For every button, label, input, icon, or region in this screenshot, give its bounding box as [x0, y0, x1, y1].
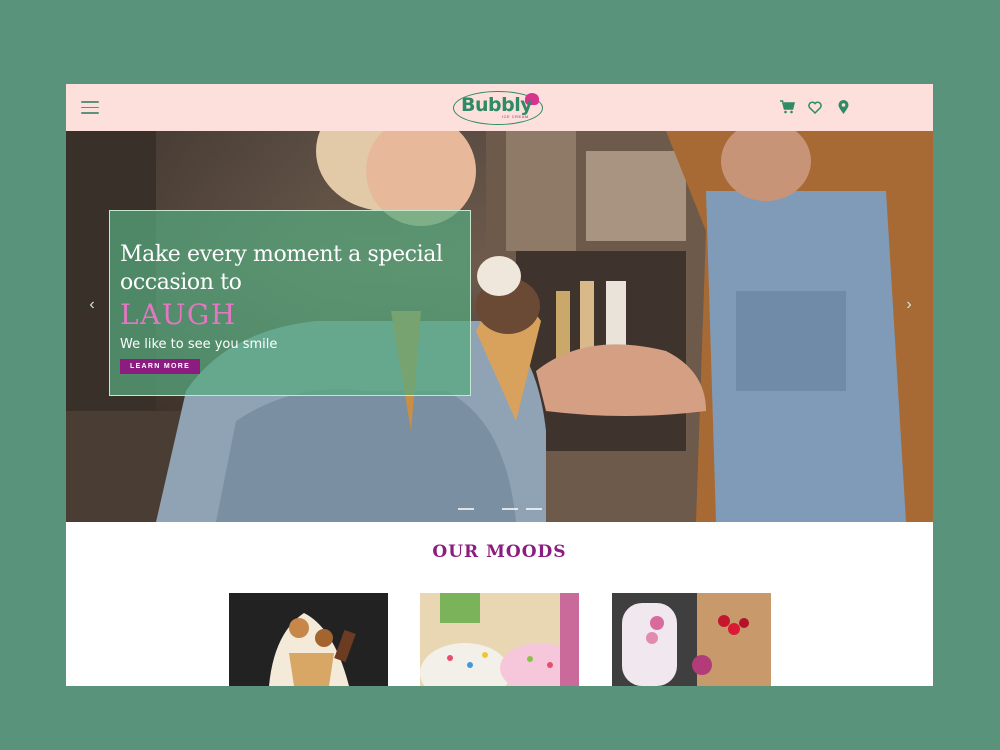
slider-dot-spacer [482, 508, 494, 510]
hero-text-box: Make every moment a special occasion to … [109, 210, 471, 396]
learn-more-button[interactable]: LEARN MORE [120, 359, 201, 374]
website-frame: Bubbly ICE CREAM Make every moment a spe… [66, 84, 933, 686]
mood-card-sundae[interactable] [229, 593, 388, 686]
sundae-image [229, 593, 388, 686]
hero-slider: Make every moment a special occasion to … [66, 131, 933, 522]
section-title-moods: OUR MOODS [432, 542, 567, 562]
location-pin-icon[interactable] [834, 98, 852, 116]
slider-dot-3[interactable] [526, 508, 542, 510]
slider-dot-1[interactable] [458, 508, 474, 510]
brand-subtitle: ICE CREAM [502, 114, 529, 119]
cart-icon[interactable] [778, 98, 796, 116]
hero-keyword: LAUGH [120, 298, 237, 331]
popsicle-image [612, 593, 771, 686]
brand-name: Bubbly [461, 94, 533, 116]
hero-tagline: We like to see you smile [120, 337, 278, 352]
heart-icon[interactable] [806, 98, 824, 116]
header-actions [778, 98, 852, 116]
slider-dots [458, 508, 542, 510]
brand-logo[interactable]: Bubbly ICE CREAM [453, 89, 547, 126]
slider-next-arrow-icon[interactable]: › [902, 295, 916, 315]
sprinkles-image [420, 593, 579, 686]
slider-prev-arrow-icon[interactable]: ‹ [85, 295, 99, 315]
slider-dot-2[interactable] [502, 508, 518, 510]
mood-card-popsicle[interactable] [612, 593, 771, 686]
hero-headline: Make every moment a special occasion to [120, 242, 443, 295]
mood-card-sprinkles[interactable] [420, 593, 579, 686]
menu-icon[interactable] [81, 101, 99, 114]
site-header: Bubbly ICE CREAM [66, 84, 933, 131]
